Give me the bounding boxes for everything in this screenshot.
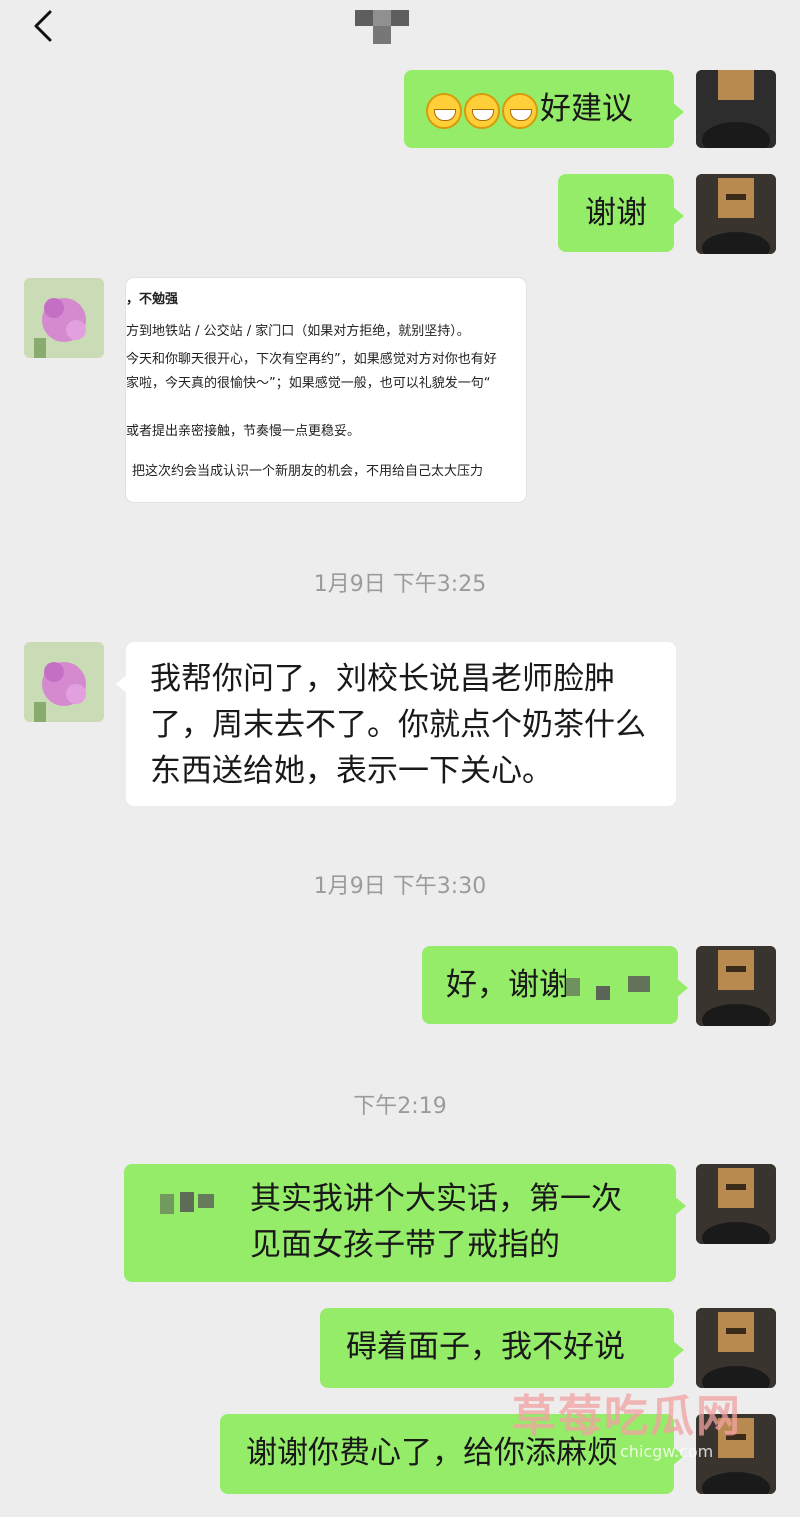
grin-emoji-icon xyxy=(464,92,500,129)
pixelated-redaction xyxy=(160,1188,218,1218)
message-text: 其实我讲个大实话，第一次见面女孩子带了戒指的 xyxy=(250,1181,622,1263)
pixelated-redaction xyxy=(566,968,658,1006)
timestamp: 1月9日 下午3:25 xyxy=(313,572,487,597)
chat-header xyxy=(0,0,800,60)
card-text-line: 方到地铁站 / 公交站 / 家门口（如果对方拒绝，就别坚持）。 xyxy=(126,324,470,339)
timestamp: 下午2:19 xyxy=(353,1094,447,1119)
my-avatar[interactable] xyxy=(696,70,776,148)
card-text-line: 今天和你聊天很开心，下次有空再约”，如果感觉对方对你也有好 xyxy=(126,352,497,367)
message-bubble[interactable]: 好建议 xyxy=(404,70,684,148)
message-text: 我帮你问了，刘校长说昌老师脸肿了，周末去不了。你就点个奶茶什么东西送给她，表示一… xyxy=(150,661,646,789)
message-bubble[interactable]: 谢谢 xyxy=(558,174,684,252)
grin-emoji-icon xyxy=(426,92,462,129)
site-watermark: 草莓吃瓜网 xyxy=(512,1391,742,1442)
card-text-line: 或者提出亲密接触，节奏慢一点更稳妥。 xyxy=(126,424,361,439)
my-avatar[interactable] xyxy=(696,174,776,254)
message-text: 谢谢 xyxy=(585,195,647,231)
message-text: 好，谢谢 xyxy=(446,967,570,1003)
chat-title-blurred xyxy=(355,6,411,48)
message-bubble[interactable]: 我帮你问了，刘校长说昌老师脸肿了，周末去不了。你就点个奶茶什么东西送给她，表示一… xyxy=(116,642,676,806)
contact-avatar[interactable] xyxy=(24,278,104,358)
message-text: 好建议 xyxy=(540,91,633,127)
message-text: 碍着面子，我不好说 xyxy=(346,1329,625,1365)
message-bubble[interactable]: 其实我讲个大实话，第一次见面女孩子带了戒指的 xyxy=(124,1164,686,1282)
card-text-line: 家啦，今天真的很愉快～”；如果感觉一般，也可以礼貌发一句“ xyxy=(126,376,491,391)
card-text-line: ，不勉强 xyxy=(126,292,179,307)
my-avatar[interactable] xyxy=(696,1308,776,1388)
shared-image-card[interactable]: ，不勉强 方到地铁站 / 公交站 / 家门口（如果对方拒绝，就别坚持）。 今天和… xyxy=(126,278,526,502)
my-avatar[interactable] xyxy=(696,1164,776,1244)
message-bubble[interactable]: 碍着面子，我不好说 xyxy=(320,1308,684,1388)
contact-avatar[interactable] xyxy=(24,642,104,722)
grin-emoji-icon xyxy=(502,92,538,129)
back-arrow-icon[interactable] xyxy=(28,6,64,46)
timestamp: 1月9日 下午3:30 xyxy=(313,874,487,899)
site-watermark-url: chicgw.com xyxy=(620,1442,714,1461)
card-text-line: 把这次约会当成认识一个新朋友的机会，不用给自己太大压力 xyxy=(132,464,484,479)
my-avatar[interactable] xyxy=(696,946,776,1026)
